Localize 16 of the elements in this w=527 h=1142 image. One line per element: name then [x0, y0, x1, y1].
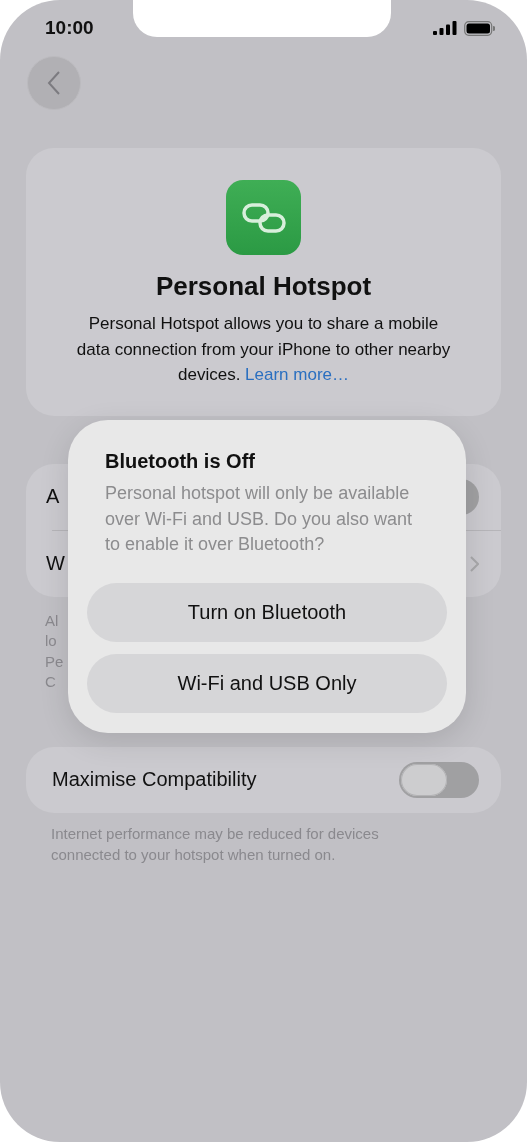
- alert-title: Bluetooth is Off: [105, 449, 256, 474]
- setting-label: W: [46, 552, 65, 575]
- setting-label: Maximise Compatibility: [52, 768, 257, 791]
- alert-button[interactable]: Wi-Fi and USB Only: [87, 653, 447, 713]
- toggle-switch[interactable]: [399, 761, 479, 798]
- signal-icon: [433, 21, 457, 35]
- status-time: 10:00: [45, 17, 94, 39]
- alert-button[interactable]: Turn on Bluetooth: [87, 582, 447, 642]
- back-icon: [47, 71, 61, 95]
- alert-message: Personal hotspot will only be available over Wi-Fi and USB. Do you also want to enable it over Bluetooth?: [105, 482, 414, 556]
- setting-label: A: [46, 485, 60, 508]
- battery-icon: [464, 20, 495, 36]
- hotspot-title: Personal Hotspot: [155, 271, 372, 301]
- link-icon: [241, 202, 286, 233]
- hotspot-description: Personal Hotspot allows you to share a mobile data connection from your iPhone to other nearby devices. Learn more…: [75, 313, 452, 386]
- chevron-icon: [470, 555, 479, 572]
